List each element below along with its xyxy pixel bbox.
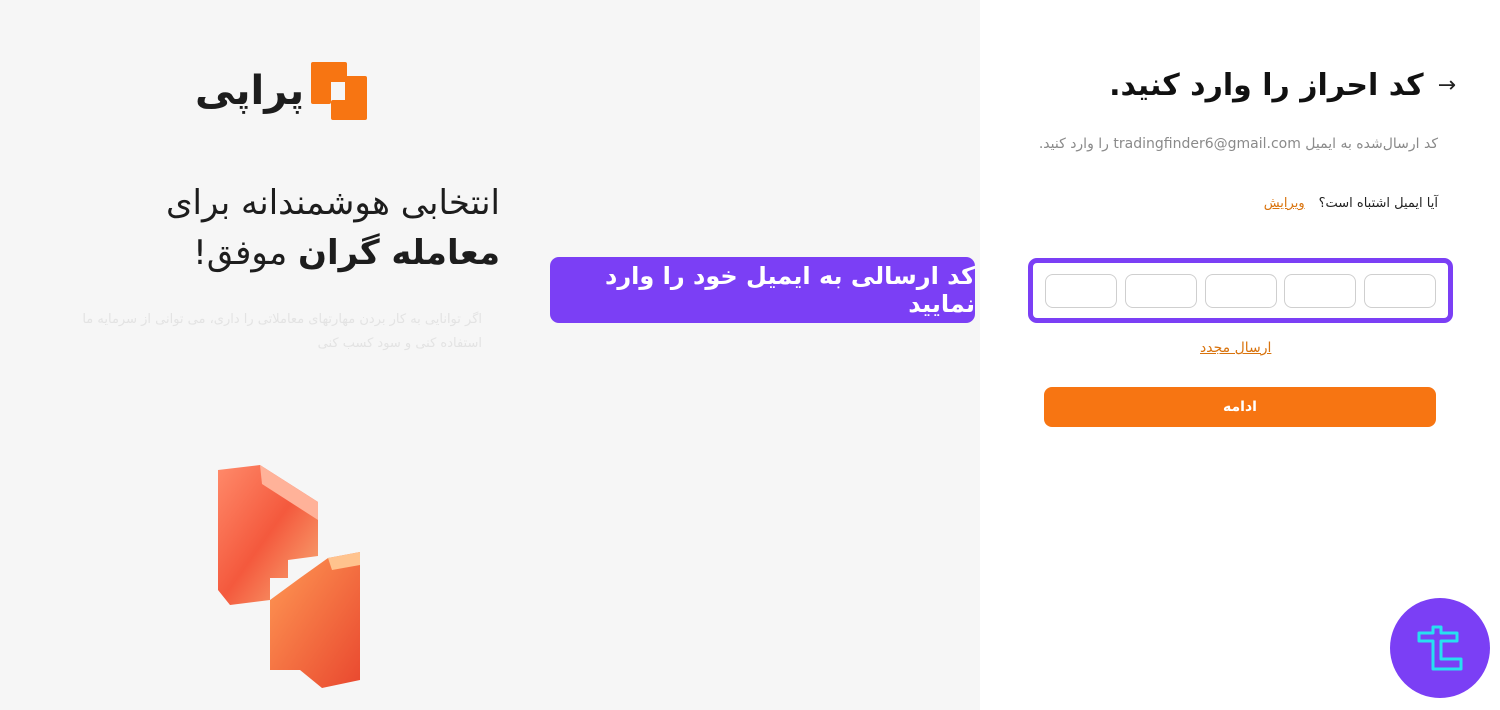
otp-input-group: [1028, 258, 1453, 323]
continue-button[interactable]: ادامه: [1044, 387, 1436, 427]
otp-digit-1[interactable]: [1364, 273, 1436, 308]
promo-panel: پراپی انتخابی هوشمندانه برای معامله گران…: [0, 0, 980, 710]
brand-name: پراپی: [195, 68, 305, 114]
page-title: کد احراز را وارد کنید.: [1109, 68, 1424, 103]
tradingfinder-logo-icon: [1390, 598, 1490, 698]
brand: پراپی: [195, 62, 367, 122]
hero-subtext: اگر توانایی به کار بردن مهارتهای معاملات…: [82, 312, 482, 351]
otp-digit-3[interactable]: [1204, 273, 1277, 308]
wrong-email-row: آیا ایمیل اشتباه است؟ ویرایش: [1264, 196, 1438, 211]
wrong-email-question: آیا ایمیل اشتباه است؟: [1318, 196, 1438, 211]
hero-line-2: معامله گران موفق!: [40, 228, 500, 278]
resend-code-link[interactable]: ارسال مجدد: [1200, 340, 1271, 356]
hero-headline: انتخابی هوشمندانه برای معامله گران موفق!: [40, 178, 500, 278]
hero-bold: معامله گران: [298, 233, 500, 273]
title-row: → کد احراز را وارد کنید.: [1109, 68, 1456, 103]
brand-logo-icon: [311, 62, 367, 120]
otp-digit-2[interactable]: [1284, 273, 1357, 308]
instruction-callout: کد ارسالی به ایمیل خود را وارد نمایید: [550, 257, 975, 323]
sent-code-description: کد ارسال‌شده به ایمیل tradingfinder6@gma…: [1038, 136, 1438, 152]
otp-digit-4[interactable]: [1124, 273, 1197, 308]
hero-line-1: انتخابی هوشمندانه برای: [165, 183, 500, 223]
brand-3d-illustration: [218, 465, 360, 688]
edit-email-link[interactable]: ویرایش: [1264, 196, 1305, 211]
hero-rest: موفق!: [193, 233, 298, 273]
otp-digit-5[interactable]: [1045, 273, 1117, 308]
arrow-right-icon[interactable]: →: [1438, 73, 1456, 98]
